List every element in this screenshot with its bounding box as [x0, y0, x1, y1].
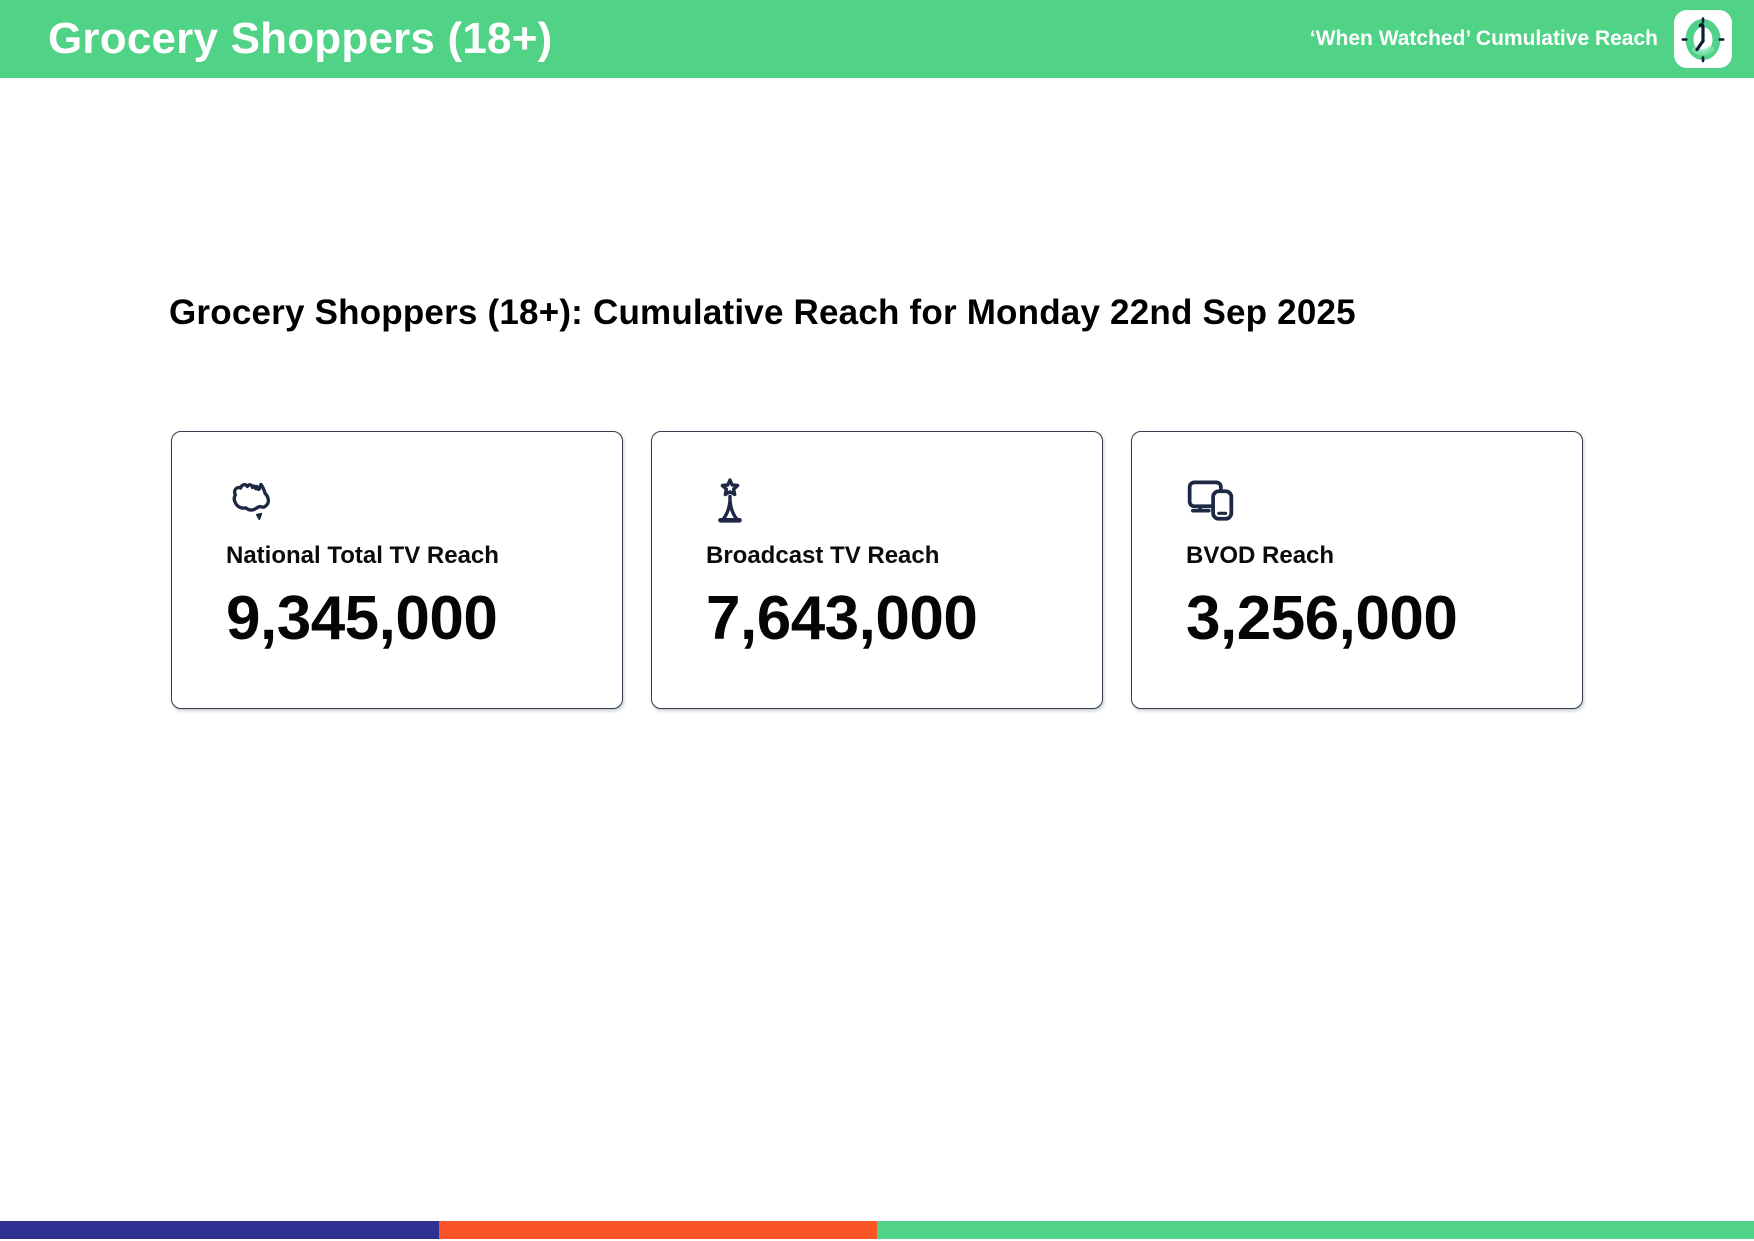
kpi-cards-row: National Total TV Reach 9,345,000 Broadc… [171, 431, 1754, 709]
broadcast-tower-icon [706, 476, 1072, 528]
kpi-label: BVOD Reach [1186, 542, 1335, 569]
kpi-label: National Total TV Reach [226, 542, 499, 569]
header-right-group: ‘When Watched’ Cumulative Reach [1310, 10, 1732, 68]
clock-logo-badge [1674, 10, 1732, 68]
kpi-value: 3,256,000 [1186, 584, 1458, 653]
header-bar: Grocery Shoppers (18+) ‘When Watched’ Cu… [0, 0, 1754, 78]
footer-segment-orange [438, 1221, 877, 1239]
clock-icon [1675, 11, 1731, 67]
devices-icon [1186, 476, 1552, 528]
page-title: Grocery Shoppers (18+): Cumulative Reach… [169, 293, 1356, 332]
kpi-card-bvod: BVOD Reach 3,256,000 [1131, 431, 1583, 709]
report-type-label: ‘When Watched’ Cumulative Reach [1309, 27, 1658, 50]
footer-segment-green [877, 1221, 1754, 1239]
footer-segment-indigo [0, 1221, 439, 1239]
footer-brand-bar [0, 1221, 1754, 1239]
kpi-label: Broadcast TV Reach [706, 542, 940, 569]
kpi-value: 9,345,000 [226, 584, 498, 653]
kpi-value: 7,643,000 [706, 584, 978, 653]
australia-map-icon [226, 476, 592, 528]
app-title: Grocery Shoppers (18+) [48, 14, 553, 63]
kpi-card-broadcast-tv: Broadcast TV Reach 7,643,000 [651, 431, 1103, 709]
kpi-card-national-total-tv: National Total TV Reach 9,345,000 [171, 431, 623, 709]
